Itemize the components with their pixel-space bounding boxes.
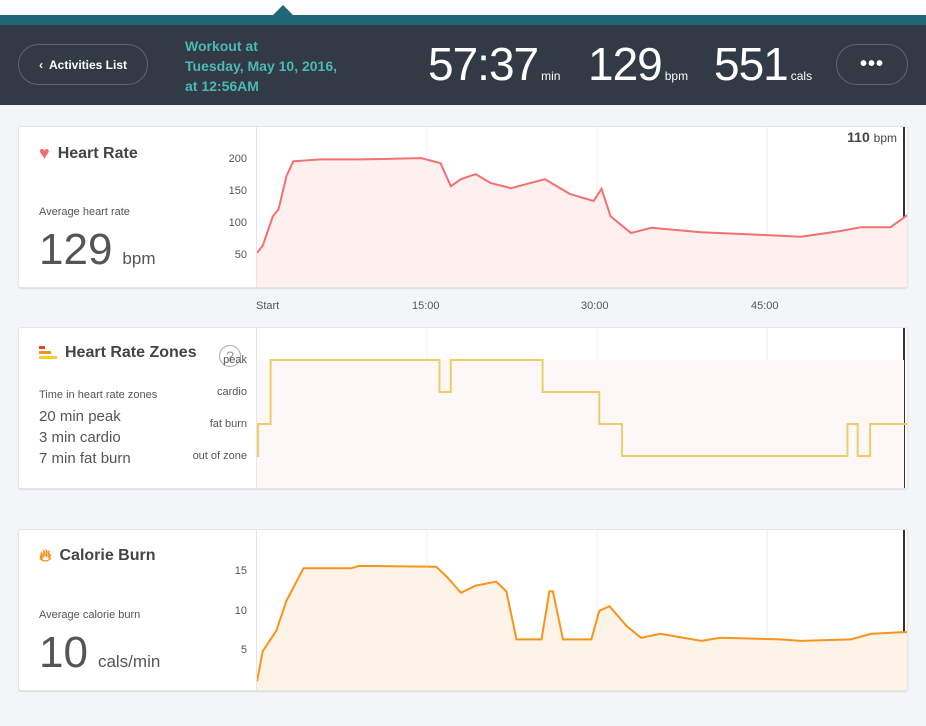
cursor-readout: 110 bpm [847,129,897,145]
area-fill [257,360,904,488]
accent-bar [0,15,926,25]
x-tick: 15:00 [412,300,440,312]
ellipsis-icon: ••• [859,53,884,75]
flame-icon: 🔥︎ [39,546,52,565]
calorie-burn-card: 🔥︎ Calorie Burn Average calorie burn 10 ca… [18,529,908,691]
area-fill [257,158,907,287]
more-options-button[interactable]: ••• [836,44,908,85]
y-tick: 200 [228,153,247,165]
average-calorie-burn: 10 cals/min [39,628,161,677]
x-tick: 30:00 [581,300,609,312]
chevron-left-icon: ‹ [38,57,43,72]
y-tick: 5 [240,644,247,656]
y-tick: 50 [234,249,247,261]
y-tick: 10 [234,605,247,617]
heart-rate-zones-card: Heart Rate Zones ? Time in heart rate zo… [18,327,908,489]
y-tick: 150 [228,185,247,197]
top-strip [0,0,926,15]
heart-rate-card: ♥ Heart Rate Average heart rate 129 bpm 20… [18,126,908,288]
heart-icon: ♥ [39,143,50,163]
x-tick: Start [256,300,280,312]
area-fill [257,565,907,690]
x-tick: 45:00 [751,300,779,312]
workout-header: ‹ Activities List Workout at Tuesday, May… [0,25,926,105]
y-tick: 100 [228,217,247,229]
heart-rate-stat: 129 bpm [588,38,689,90]
calories-stat: 551 cals [714,38,813,90]
calorie-burn-chart[interactable] [257,530,907,690]
zones-icon [39,346,57,360]
heart-rate-zones-chart[interactable] [257,328,907,488]
zone-label: out of zone [192,450,247,462]
zone-label: cardio [217,386,247,398]
zone-label: peak [223,354,247,366]
y-tick: 15 [234,565,247,577]
duration-stat: 57:37 min [428,38,561,90]
active-tab-pointer [273,5,293,15]
average-heart-rate: 129 bpm [39,225,156,274]
activities-list-button[interactable]: ‹ Activities List [18,44,148,85]
workout-title: Workout at Tuesday, May 10, 2016, at 12:… [185,38,338,94]
heart-rate-chart[interactable] [257,127,907,287]
zone-label: fat burn [209,418,247,430]
